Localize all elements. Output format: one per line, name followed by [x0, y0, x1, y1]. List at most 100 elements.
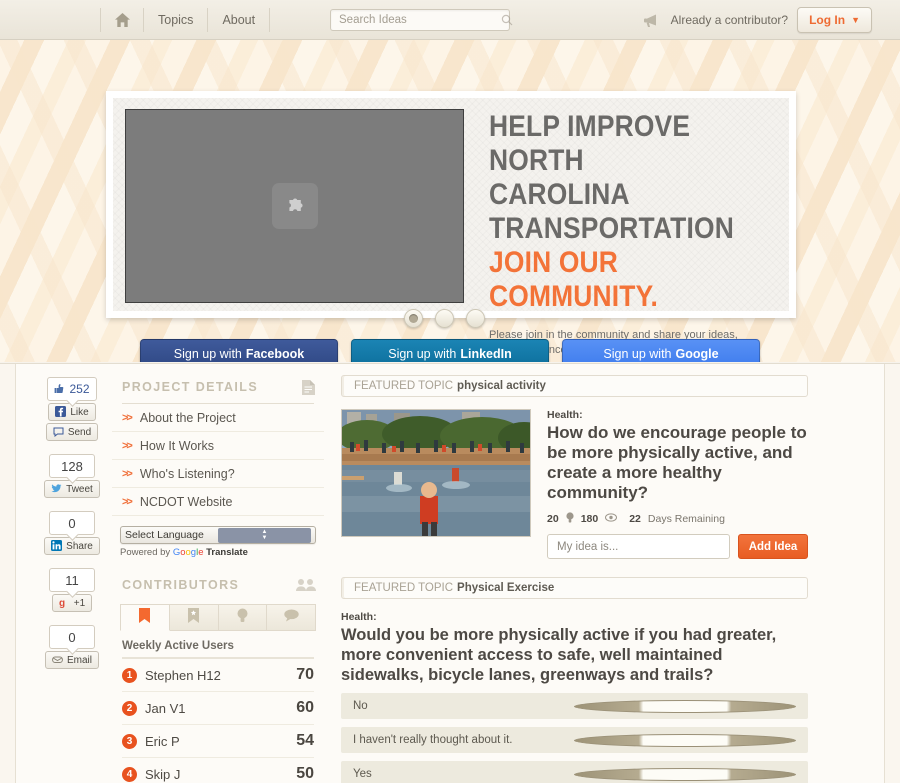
language-select-value: Select Language: [125, 529, 204, 541]
puzzle-plugin-icon: [271, 183, 318, 229]
facebook-icon: [55, 406, 67, 418]
twitter-count: 128: [49, 454, 95, 478]
signup-google-brand: Google: [675, 347, 719, 361]
svg-text:g: g: [59, 598, 65, 608]
nav-divider: [269, 7, 271, 32]
email-share-count: 0: [49, 625, 95, 649]
poll-option-yes[interactable]: Yes: [341, 761, 808, 783]
contributor-score: 54: [296, 732, 314, 749]
poll-option-not-thought[interactable]: I haven't really thought about it.: [341, 727, 808, 753]
send-bubble-icon: [53, 426, 65, 438]
contributor-tab-lightbulb[interactable]: [218, 604, 268, 631]
contributor-name: Stephen H12: [145, 667, 221, 683]
signup-linkedin-prefix: Sign up with: [388, 347, 457, 361]
content-panel: 252 Like Send 128 Tweet 0 Share 11 g +1 …: [15, 364, 885, 783]
featured-topic-2-question: Would you be more physically active if y…: [341, 626, 777, 684]
hero-banner: Help Improve North Carolina Transportati…: [0, 40, 900, 362]
idea-input[interactable]: [547, 534, 730, 559]
search-box[interactable]: [330, 9, 513, 31]
rank-badge: 2: [122, 700, 137, 716]
leaderboard-row[interactable]: 3 Eric P 54: [122, 725, 314, 758]
search-input[interactable]: [331, 10, 501, 30]
middle-column: Project Details >> About the Project >> …: [112, 374, 324, 783]
featured-topic-1-bar[interactable]: FEATURED TOPIC physical activity: [341, 375, 808, 397]
featured-topic-1-image[interactable]: [341, 409, 531, 537]
nav-item-about[interactable]: About: [208, 8, 269, 32]
radio-button-icon[interactable]: [573, 767, 796, 781]
login-button[interactable]: Log In ▼: [797, 7, 872, 33]
double-chevron-icon: >>: [122, 411, 133, 424]
featured-topic-1-body: Health: How do we encourage people to be…: [341, 409, 808, 559]
contributor-tab-bookmark[interactable]: [120, 604, 170, 631]
carousel-dot-3[interactable]: [466, 309, 485, 328]
facebook-like-label: Like: [70, 406, 89, 418]
hero-headline-line1: Help Improve North: [489, 110, 691, 177]
project-link-label: About the Project: [139, 410, 236, 425]
search-icon: [501, 14, 513, 26]
hero-headline-line3: Transportation: [489, 212, 734, 245]
lower-section: 252 Like Send 128 Tweet 0 Share 11 g +1 …: [0, 363, 900, 783]
nav-left-group: Topics About: [100, 7, 271, 33]
translate-brand: Google: [172, 547, 204, 558]
speech-bubble-icon: [283, 609, 299, 627]
leaderboard-row[interactable]: 1 Stephen H12 70: [122, 659, 314, 692]
thumbs-up-icon: [54, 383, 66, 395]
signup-linkedin-button[interactable]: Sign up with LinkedIn: [351, 339, 549, 362]
featured-topic-2-prefix: FEATURED TOPIC: [354, 582, 454, 594]
project-link-label: Who's Listening?: [139, 466, 235, 481]
social-share-rail: 252 Like Send 128 Tweet 0 Share 11 g +1 …: [42, 377, 102, 669]
featured-topic-1-kicker: Health:: [547, 409, 583, 421]
right-column: FEATURED TOPIC physical activity Health:…: [341, 375, 808, 783]
radio-button-icon[interactable]: [573, 733, 796, 747]
project-link-whos-listening[interactable]: >> Who's Listening?: [112, 460, 324, 488]
login-label: Log In: [809, 13, 846, 27]
ideas-count: 20: [547, 513, 559, 525]
signup-facebook-button[interactable]: Sign up with Facebook: [140, 339, 338, 362]
home-button[interactable]: [101, 12, 143, 28]
poll-option-no[interactable]: No: [341, 693, 808, 719]
featured-topic-2-name: Physical Exercise: [457, 582, 555, 594]
days-remaining-label: Days Remaining: [647, 513, 725, 525]
views-count: 180: [580, 513, 599, 525]
megaphone-icon: [643, 13, 662, 28]
facebook-send-button[interactable]: Send: [45, 423, 99, 441]
featured-topic-1-stats: 20 180 22 Days Remaining: [547, 512, 808, 526]
hero-headline-line2: Carolina: [489, 178, 630, 211]
carousel-dot-2[interactable]: [435, 309, 454, 328]
twitter-bird-icon: [51, 483, 63, 495]
poll-option-label: Yes: [353, 768, 372, 780]
facebook-send-label: Send: [67, 426, 92, 438]
contributor-score: 50: [296, 765, 314, 782]
project-link-label: NCDOT Website: [139, 494, 233, 509]
poll-option-label: I haven't really thought about it.: [353, 734, 513, 746]
nav-item-topics[interactable]: Topics: [144, 8, 207, 32]
featured-topic-2-bar[interactable]: FEATURED TOPIC Physical Exercise: [341, 577, 808, 599]
add-idea-button[interactable]: Add Idea: [738, 534, 808, 559]
poll-option-label: No: [353, 700, 368, 712]
leaderboard-row[interactable]: 2 Jan V1 60: [122, 692, 314, 725]
contributor-tab-comments[interactable]: [267, 604, 316, 631]
contributor-tab-bookmark-star[interactable]: [169, 604, 219, 631]
facebook-like-count: 252: [47, 377, 97, 401]
people-icon: [296, 578, 316, 592]
featured-topic-1-prefix: FEATURED TOPIC: [354, 380, 454, 392]
leaderboard-row[interactable]: 4 Skip J 50: [122, 758, 314, 783]
signup-linkedin-brand: LinkedIn: [460, 347, 512, 361]
rank-badge: 4: [122, 766, 137, 782]
radio-button-icon[interactable]: [573, 699, 796, 713]
hero-headline-accent: Join Our Community.: [489, 246, 658, 313]
carousel-dot-1[interactable]: [404, 309, 423, 328]
project-link-how-it-works[interactable]: >> How It Works: [112, 432, 324, 460]
signup-facebook-brand: Facebook: [245, 347, 305, 361]
project-details-title: Project Details: [122, 380, 259, 394]
signup-google-button[interactable]: Sign up with Google: [562, 339, 760, 362]
nav-right-group: Already a contributor? Log In ▼: [643, 0, 872, 40]
hero-card: Help Improve North Carolina Transportati…: [106, 91, 796, 362]
language-select[interactable]: Select Language ▲ ▼: [120, 526, 316, 544]
twitter-tweet-label: Tweet: [66, 483, 93, 495]
googleplus-plusone-label: +1: [73, 597, 86, 609]
project-link-ncdot-website[interactable]: >> NCDOT Website: [112, 488, 324, 516]
video-placeholder[interactable]: [125, 109, 464, 303]
project-link-about-the-project[interactable]: >> About the Project: [112, 404, 324, 432]
google-plus-icon: g: [59, 597, 71, 609]
